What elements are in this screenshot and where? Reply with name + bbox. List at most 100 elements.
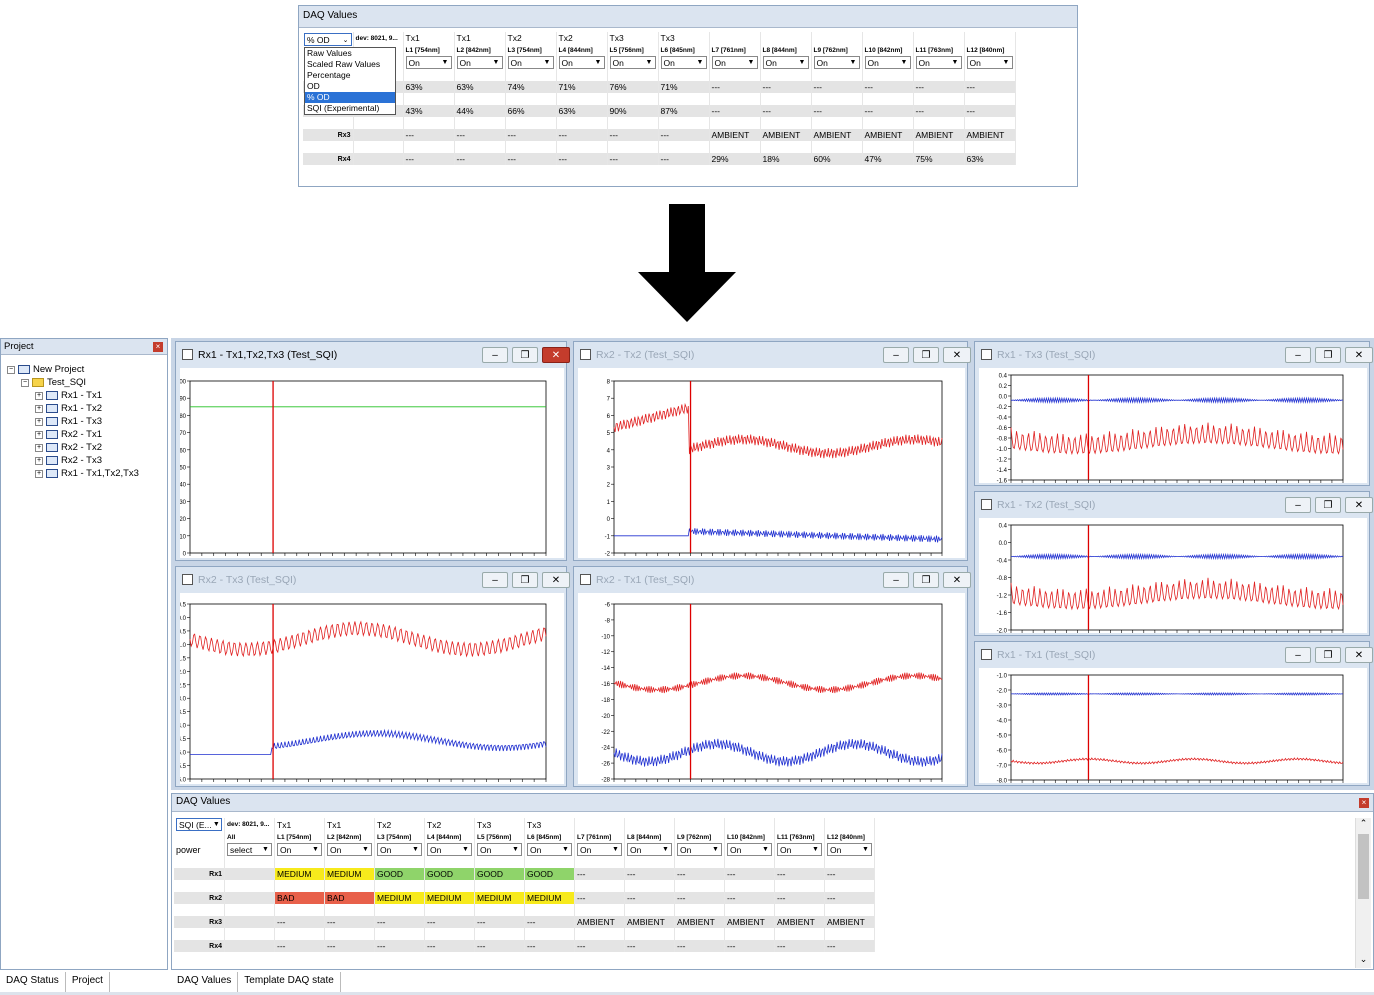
- dropdown-arrow-icon: ▼: [645, 59, 653, 66]
- power-select[interactable]: On ▼: [727, 843, 772, 856]
- power-select[interactable]: On ▼: [966, 56, 1013, 69]
- minimize-icon[interactable]: –: [883, 347, 909, 363]
- select-dropdown[interactable]: select ▼: [227, 843, 272, 856]
- tab-daq-values[interactable]: DAQ Values: [171, 972, 239, 992]
- tab-project[interactable]: Project: [65, 972, 110, 992]
- tree-item[interactable]: + Rx1 - Tx3: [7, 415, 139, 428]
- power-select[interactable]: On ▼: [915, 56, 962, 69]
- tree-item[interactable]: + Rx2 - Tx1: [7, 428, 139, 441]
- dropdown-option[interactable]: SQI (Experimental): [305, 103, 395, 114]
- power-select[interactable]: On ▼: [577, 843, 622, 856]
- dropdown-option[interactable]: Percentage: [305, 70, 395, 81]
- expand-icon[interactable]: +: [35, 430, 43, 439]
- chart-window[interactable]: Rx1 - Tx1 (Test_SQI) – ❐ ✕ -1.0 -2.0 -3.0 -4.0 -…: [974, 641, 1373, 786]
- chart-window[interactable]: Rx1 - Tx1,Tx2,Tx3 (Test_SQI)–❐✕100908070…: [175, 341, 570, 561]
- power-select[interactable]: On ▼: [827, 843, 872, 856]
- tree-folder[interactable]: − Test_SQI: [7, 376, 139, 389]
- window-title: Rx1 - Tx2 (Test_SQI): [997, 499, 1096, 511]
- tree-item[interactable]: + Rx1 - Tx2: [7, 402, 139, 415]
- minimize-icon[interactable]: –: [1285, 347, 1311, 363]
- value-cell: ---: [403, 153, 455, 165]
- row-label: Rx3: [174, 916, 225, 928]
- minimize-icon[interactable]: –: [1285, 497, 1311, 513]
- power-select[interactable]: On ▼: [711, 56, 758, 69]
- power-select[interactable]: On ▼: [477, 843, 522, 856]
- power-select[interactable]: On ▼: [427, 843, 472, 856]
- chart-window-icon: [46, 404, 58, 413]
- power-select[interactable]: On ▼: [777, 843, 822, 856]
- scroll-up-icon[interactable]: ⌃: [1356, 818, 1371, 832]
- maximize-icon[interactable]: ❐: [1315, 497, 1341, 513]
- expand-icon[interactable]: +: [35, 404, 43, 413]
- window-title: Rx1 - Tx3 (Test_SQI): [997, 349, 1096, 361]
- expand-icon[interactable]: −: [7, 365, 15, 374]
- dropdown-option[interactable]: Raw Values: [305, 48, 395, 59]
- dropdown-arrow-icon: ▼: [798, 59, 806, 66]
- view-dropdown-list[interactable]: Raw Values Scaled Raw Values Percentage OD%…: [304, 47, 396, 115]
- expand-icon[interactable]: +: [35, 443, 43, 452]
- power-select[interactable]: On ▼: [864, 56, 911, 69]
- maximize-icon[interactable]: ❐: [1315, 647, 1341, 663]
- expand-icon[interactable]: +: [35, 417, 43, 426]
- close-icon[interactable]: ✕: [542, 572, 570, 588]
- power-select[interactable]: On ▼: [762, 56, 809, 69]
- expand-icon[interactable]: +: [35, 456, 43, 465]
- maximize-icon[interactable]: ❐: [1315, 347, 1341, 363]
- expand-icon[interactable]: −: [21, 378, 29, 387]
- power-select[interactable]: On ▼: [327, 843, 372, 856]
- power-select[interactable]: On ▼: [558, 56, 605, 69]
- chart-window[interactable]: Rx2 - Tx2 (Test_SQI)–❐✕876543210-1-20123…: [573, 341, 971, 561]
- top-selector[interactable]: % OD ⌄: [304, 33, 352, 46]
- tab-daq-status[interactable]: DAQ Status: [0, 972, 66, 992]
- chart-window[interactable]: Rx2 - Tx3 (Test_SQI) –❐✕ 0.5 0.0 -0.5 -1.0 -1.…: [175, 566, 570, 787]
- minimize-icon[interactable]: –: [482, 347, 508, 363]
- scroll-thumb[interactable]: [1358, 834, 1369, 899]
- scrollbar[interactable]: ⌃ ⌄: [1355, 818, 1371, 968]
- power-select[interactable]: On ▼: [456, 56, 503, 69]
- close-icon[interactable]: ✕: [542, 347, 570, 363]
- close-icon[interactable]: ✕: [1345, 347, 1373, 363]
- minimize-icon[interactable]: –: [1285, 647, 1311, 663]
- dropdown-option[interactable]: OD: [305, 81, 395, 92]
- tree-item[interactable]: + Rx1 - Tx1,Tx2,Tx3: [7, 467, 139, 480]
- power-select[interactable]: On ▼: [609, 56, 656, 69]
- minimize-icon[interactable]: –: [883, 572, 909, 588]
- minimize-icon[interactable]: –: [482, 572, 508, 588]
- power-select[interactable]: On ▼: [527, 843, 572, 856]
- close-icon[interactable]: ✕: [943, 572, 971, 588]
- close-icon[interactable]: ✕: [1345, 647, 1373, 663]
- view-select[interactable]: SQI (E... ▼: [176, 818, 222, 831]
- scroll-down-icon[interactable]: ⌄: [1356, 954, 1371, 968]
- maximize-icon[interactable]: ❐: [512, 347, 538, 363]
- close-icon[interactable]: ×: [1359, 798, 1369, 808]
- dropdown-option[interactable]: Scaled Raw Values: [305, 59, 395, 70]
- chart-area: Rx1 - Tx1,Tx2,Tx3 (Test_SQI)–❐✕100908070…: [171, 338, 1374, 790]
- expand-icon[interactable]: +: [35, 391, 43, 400]
- dropdown-option[interactable]: % OD: [305, 92, 395, 103]
- chart-window[interactable]: Rx1 - Tx2 (Test_SQI) – ❐ ✕ 0.4 0.0 -0.4 -0.8 -1.…: [974, 491, 1373, 636]
- maximize-icon[interactable]: ❐: [913, 347, 939, 363]
- power-select[interactable]: On ▼: [813, 56, 860, 69]
- close-icon[interactable]: ✕: [943, 347, 971, 363]
- sqi-cell: ---: [424, 940, 475, 952]
- maximize-icon[interactable]: ❐: [913, 572, 939, 588]
- tree-item[interactable]: + Rx2 - Tx2: [7, 441, 139, 454]
- close-icon[interactable]: ✕: [1345, 497, 1373, 513]
- chart-window[interactable]: Rx1 - Tx3 (Test_SQI) – ❐ ✕ 0.4 0.2 0.0 -0.2 -0.4…: [974, 341, 1373, 486]
- maximize-icon[interactable]: ❐: [512, 572, 538, 588]
- chart-window[interactable]: Rx2 - Tx1 (Test_SQI) – ❐ ✕ -6 -8 -10 -12 -14 -16 -…: [573, 566, 971, 787]
- power-select[interactable]: On ▼: [377, 843, 422, 856]
- tree-item[interactable]: + Rx2 - Tx3: [7, 454, 139, 467]
- expand-icon[interactable]: +: [35, 469, 43, 478]
- power-select[interactable]: On ▼: [677, 843, 722, 856]
- power-select[interactable]: On ▼: [627, 843, 672, 856]
- power-select[interactable]: On ▼: [660, 56, 707, 69]
- tab-template-daq-state[interactable]: Template DAQ state: [238, 972, 341, 992]
- tree-item[interactable]: + Rx1 - Tx1: [7, 389, 139, 402]
- tree-root[interactable]: − New Project: [7, 363, 139, 376]
- power-select[interactable]: On ▼: [507, 56, 554, 69]
- power-select[interactable]: On ▼: [277, 843, 322, 856]
- tx-header: Tx3: [658, 32, 710, 44]
- power-select[interactable]: On ▼: [405, 56, 452, 69]
- close-icon[interactable]: ×: [153, 342, 163, 352]
